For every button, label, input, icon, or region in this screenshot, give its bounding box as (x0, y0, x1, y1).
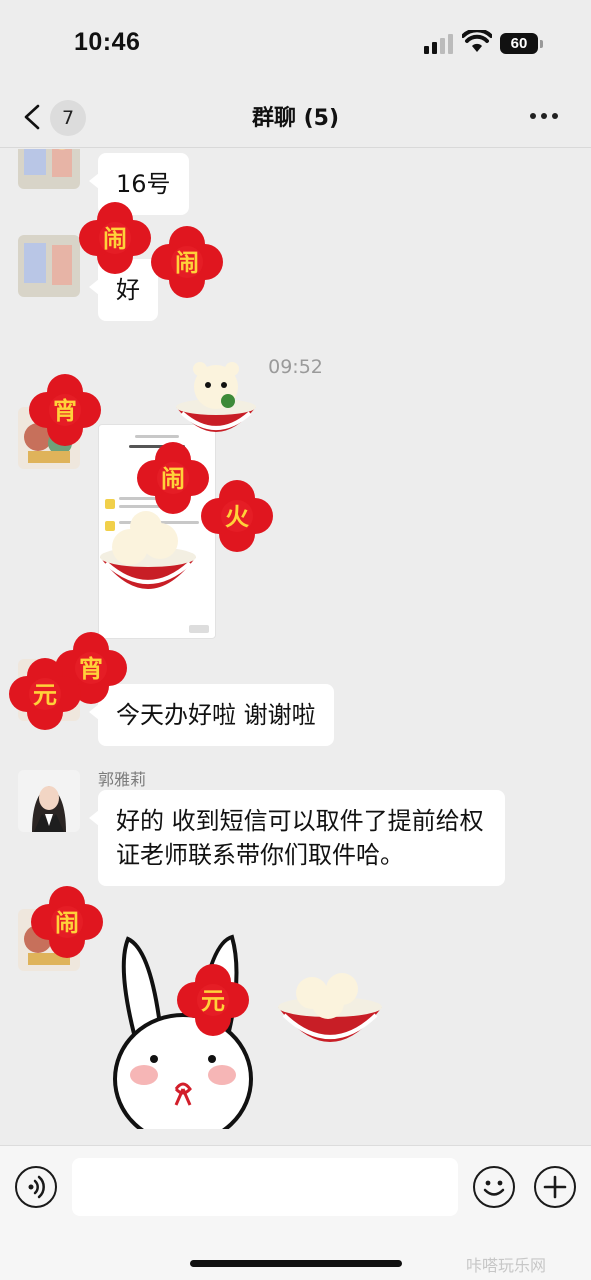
battery-cap (540, 40, 543, 48)
message-bubble[interactable]: 好 (89, 259, 158, 321)
tangyuan-bowl-sticker (278, 973, 382, 1042)
chat-message-list[interactable]: 16号 好 09:52 今天办好啦 谢谢啦 郭雅莉 好的 收到短信可以取件了提前… (0, 149, 591, 1145)
sticker-char: 宵 (79, 655, 103, 683)
chat-title: 群聊 (5) (251, 106, 340, 131)
plus-icon (543, 1175, 567, 1199)
sticker-char: 闹 (103, 225, 127, 253)
sticker-char: 火 (225, 503, 249, 531)
avatar[interactable] (18, 149, 80, 189)
message-bubble[interactable]: 好的 收到短信可以取件了提前给权证老师联系带你们取件哈。 (89, 790, 505, 886)
avatar[interactable] (18, 909, 80, 971)
status-time: 10:46 (74, 28, 141, 56)
emoji-icon (483, 1180, 505, 1196)
signal-bars-icon (424, 34, 453, 54)
message-input[interactable] (72, 1158, 458, 1216)
wifi-icon (462, 30, 492, 52)
battery-indicator: 60 (500, 33, 538, 54)
home-indicator (190, 1260, 402, 1267)
more-dots-icon (530, 113, 536, 119)
avatar[interactable] (18, 659, 80, 721)
voice-input-button[interactable] (15, 1166, 57, 1208)
rabbit-sticker[interactable] (98, 929, 268, 1129)
timestamp: 09:52 (268, 356, 323, 378)
avatar[interactable] (18, 770, 80, 832)
more-button[interactable] (530, 108, 566, 124)
status-bar: 10:46 60 (0, 0, 591, 88)
watermark: 咔嗒玩乐网 (466, 1256, 547, 1275)
sender-name: 郭雅莉 (98, 770, 147, 789)
image-message[interactable] (98, 424, 216, 639)
festival-flower-sticker: 闹 (148, 225, 226, 303)
emoji-button[interactable] (473, 1166, 515, 1208)
message-bubble[interactable]: 今天办好啦 谢谢啦 (89, 684, 334, 746)
avatar[interactable] (18, 235, 80, 297)
plus-button[interactable] (534, 1166, 576, 1208)
avatar[interactable] (18, 407, 80, 469)
nav-bar: 7 群聊 (5) (0, 88, 591, 148)
voice-input-icon (28, 1175, 45, 1199)
sticker-char: 闹 (175, 249, 199, 277)
message-bubble[interactable]: 16号 (89, 153, 189, 215)
